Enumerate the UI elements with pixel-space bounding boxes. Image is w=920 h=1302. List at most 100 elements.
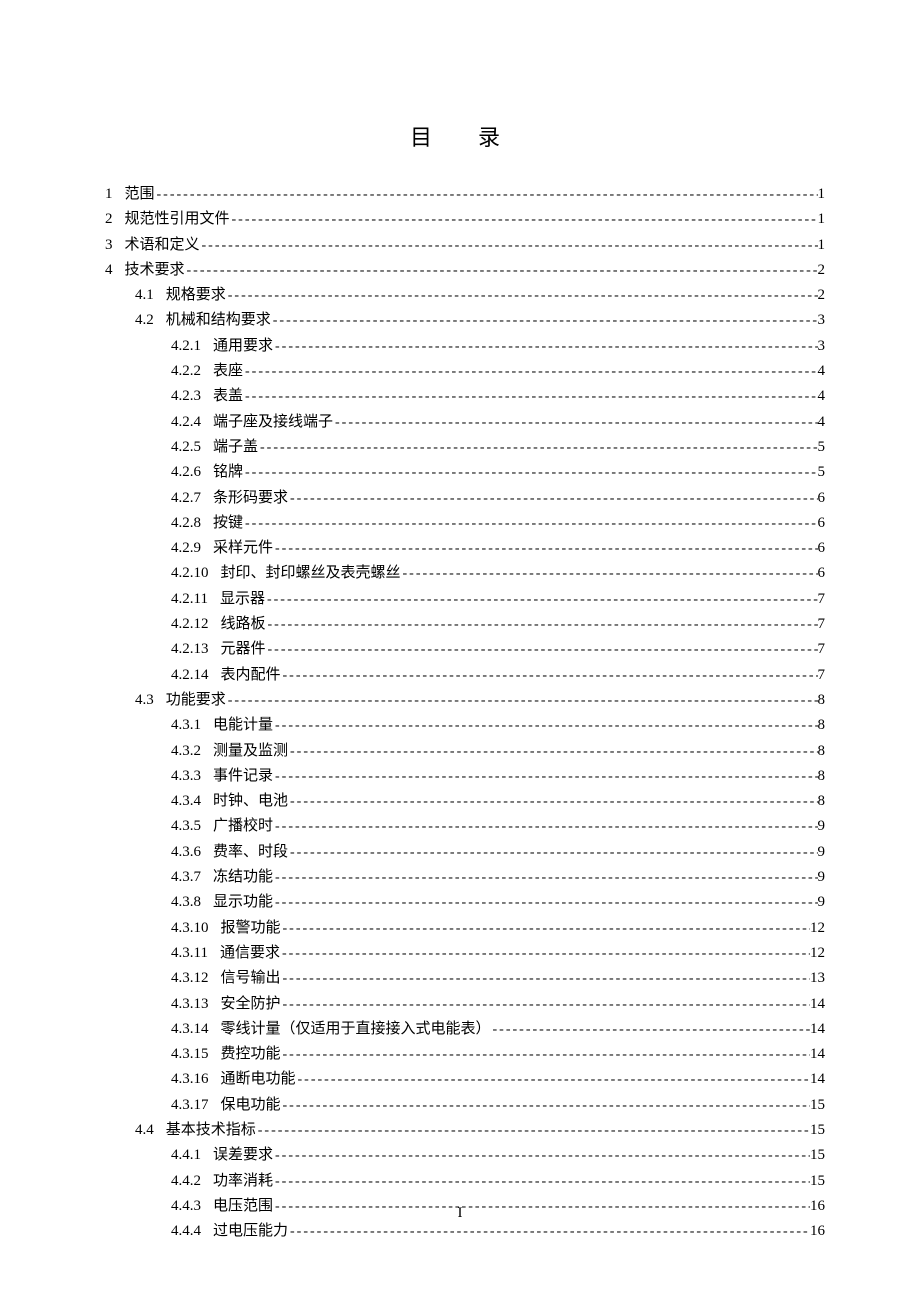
toc-entry-page: 1 [818, 233, 826, 257]
toc-entry-text: 封印、封印螺丝及表壳螺丝 [209, 561, 401, 585]
toc-entry-page: 2 [818, 258, 826, 282]
toc-entry-page: 5 [818, 460, 826, 484]
toc-entry: 4.1规格要求2 [105, 283, 825, 308]
toc-entry-leader [281, 993, 810, 1017]
toc-entry-page: 8 [818, 739, 826, 763]
toc-entry-leader [281, 967, 810, 991]
toc-entry: 4.3.4时钟、电池8 [105, 789, 825, 814]
toc-entry: 4.2.2表座4 [105, 359, 825, 384]
toc-entry: 4.2.3表盖4 [105, 384, 825, 409]
toc-entry-number: 4.3.16 [171, 1067, 209, 1091]
toc-entry-text: 显示功能 [201, 890, 273, 914]
toc-entry: 4.2.7条形码要求6 [105, 486, 825, 511]
toc-entry-page: 14 [810, 1067, 825, 1091]
toc-entry-text: 测量及监测 [201, 739, 288, 763]
toc-entry: 4.3.17保电功能15 [105, 1093, 825, 1118]
toc-entry-leader [271, 309, 818, 333]
toc-entry-page: 8 [818, 789, 826, 813]
toc-entry-text: 规范性引用文件 [113, 207, 230, 231]
toc-entry-text: 基本技术指标 [154, 1118, 256, 1142]
toc-entry-page: 9 [818, 865, 826, 889]
toc-title: 目 录 [105, 120, 825, 152]
toc-entry-number: 4.3.3 [171, 764, 201, 788]
toc-entry-number: 4.3.6 [171, 840, 201, 864]
toc-entry-leader [256, 1119, 810, 1143]
toc-entry-leader [230, 208, 818, 232]
toc-entry-number: 4.3.17 [171, 1093, 209, 1117]
toc-entry-page: 4 [818, 384, 826, 408]
toc-entry-page: 9 [818, 814, 826, 838]
toc-entry-leader [273, 335, 817, 359]
toc-entry-text: 电能计量 [201, 713, 273, 737]
toc-entry-text: 表座 [201, 359, 243, 383]
toc-entry-number: 4.3.7 [171, 865, 201, 889]
toc-entry-text: 功率消耗 [201, 1169, 273, 1193]
toc-entry-text: 保电功能 [209, 1093, 281, 1117]
toc-entry-number: 4.3.14 [171, 1017, 209, 1041]
toc-entry-leader [273, 866, 817, 890]
toc-container: 1范围12规范性引用文件13术语和定义14技术要求24.1规格要求24.2机械和… [105, 182, 825, 1244]
toc-entry-page: 6 [818, 511, 826, 535]
toc-entry-text: 事件记录 [201, 764, 273, 788]
toc-entry-leader [288, 1220, 810, 1244]
toc-entry-number: 4.2.13 [171, 637, 209, 661]
toc-entry-page: 4 [818, 410, 826, 434]
toc-entry-text: 元器件 [209, 637, 266, 661]
toc-entry-number: 4.4.1 [171, 1143, 201, 1167]
toc-entry: 4.2.8按键6 [105, 511, 825, 536]
toc-entry-leader [273, 537, 817, 561]
toc-entry: 4.3.10报警功能12 [105, 916, 825, 941]
toc-entry-number: 4.2.9 [171, 536, 201, 560]
toc-entry-text: 端子座及接线端子 [201, 410, 333, 434]
toc-entry-number: 4.2.1 [171, 334, 201, 358]
toc-entry-text: 端子盖 [201, 435, 258, 459]
toc-entry: 4.2.12线路板7 [105, 612, 825, 637]
toc-entry-leader [288, 487, 817, 511]
toc-entry-leader [273, 1144, 810, 1168]
toc-entry-leader [258, 436, 817, 460]
toc-entry: 4.3.2测量及监测8 [105, 739, 825, 764]
toc-entry-page: 14 [810, 1017, 825, 1041]
toc-entry: 4.3.8显示功能 9 [105, 890, 825, 915]
toc-entry-leader [280, 942, 810, 966]
toc-entry-leader [281, 1043, 810, 1067]
toc-entry: 4.3.3事件记录8 [105, 764, 825, 789]
toc-entry-number: 4.3.11 [171, 941, 208, 965]
toc-entry: 4.2.10封印、封印螺丝及表壳螺丝6 [105, 561, 825, 586]
toc-entry-page: 8 [818, 688, 826, 712]
toc-entry: 4.2.4端子座及接线端子4 [105, 410, 825, 435]
toc-entry: 4.2.11显示器7 [105, 587, 825, 612]
toc-entry-page: 12 [810, 941, 825, 965]
toc-entry: 4.2.5端子盖5 [105, 435, 825, 460]
toc-entry: 4.3.16通断电功能14 [105, 1067, 825, 1092]
toc-entry: 4.3.14零线计量（仅适用于直接接入式电能表）14 [105, 1017, 825, 1042]
toc-entry: 4.4基本技术指标15 [105, 1118, 825, 1143]
toc-entry-number: 4.3.4 [171, 789, 201, 813]
toc-entry-number: 4.3.8 [171, 890, 201, 914]
toc-entry-text: 通用要求 [201, 334, 273, 358]
toc-entry-page: 2 [818, 283, 826, 307]
toc-entry: 4.2.9采样元件6 [105, 536, 825, 561]
toc-entry-page: 13 [810, 966, 825, 990]
toc-entry-leader [266, 613, 818, 637]
page-footer: I [0, 1205, 920, 1222]
toc-entry-page: 9 [818, 890, 826, 914]
toc-entry-leader [226, 284, 818, 308]
toc-entry-text: 条形码要求 [201, 486, 288, 510]
toc-entry: 4.3.1电能计量8 [105, 713, 825, 738]
toc-entry-number: 4.2.14 [171, 663, 209, 687]
toc-entry-text: 铭牌 [201, 460, 243, 484]
toc-entry-number: 2 [105, 207, 113, 231]
toc-entry-page: 7 [818, 612, 826, 636]
toc-entry-page: 6 [818, 486, 826, 510]
toc-entry: 1范围1 [105, 182, 825, 207]
toc-entry-number: 4 [105, 258, 113, 282]
toc-entry-page: 1 [818, 182, 826, 206]
toc-entry-page: 7 [818, 587, 826, 611]
toc-entry-number: 4.2.8 [171, 511, 201, 535]
toc-entry-text: 费控功能 [209, 1042, 281, 1066]
toc-entry-page: 6 [818, 536, 826, 560]
toc-entry-number: 4.3.12 [171, 966, 209, 990]
toc-entry-number: 4.3 [135, 688, 154, 712]
toc-entry-number: 4.1 [135, 283, 154, 307]
